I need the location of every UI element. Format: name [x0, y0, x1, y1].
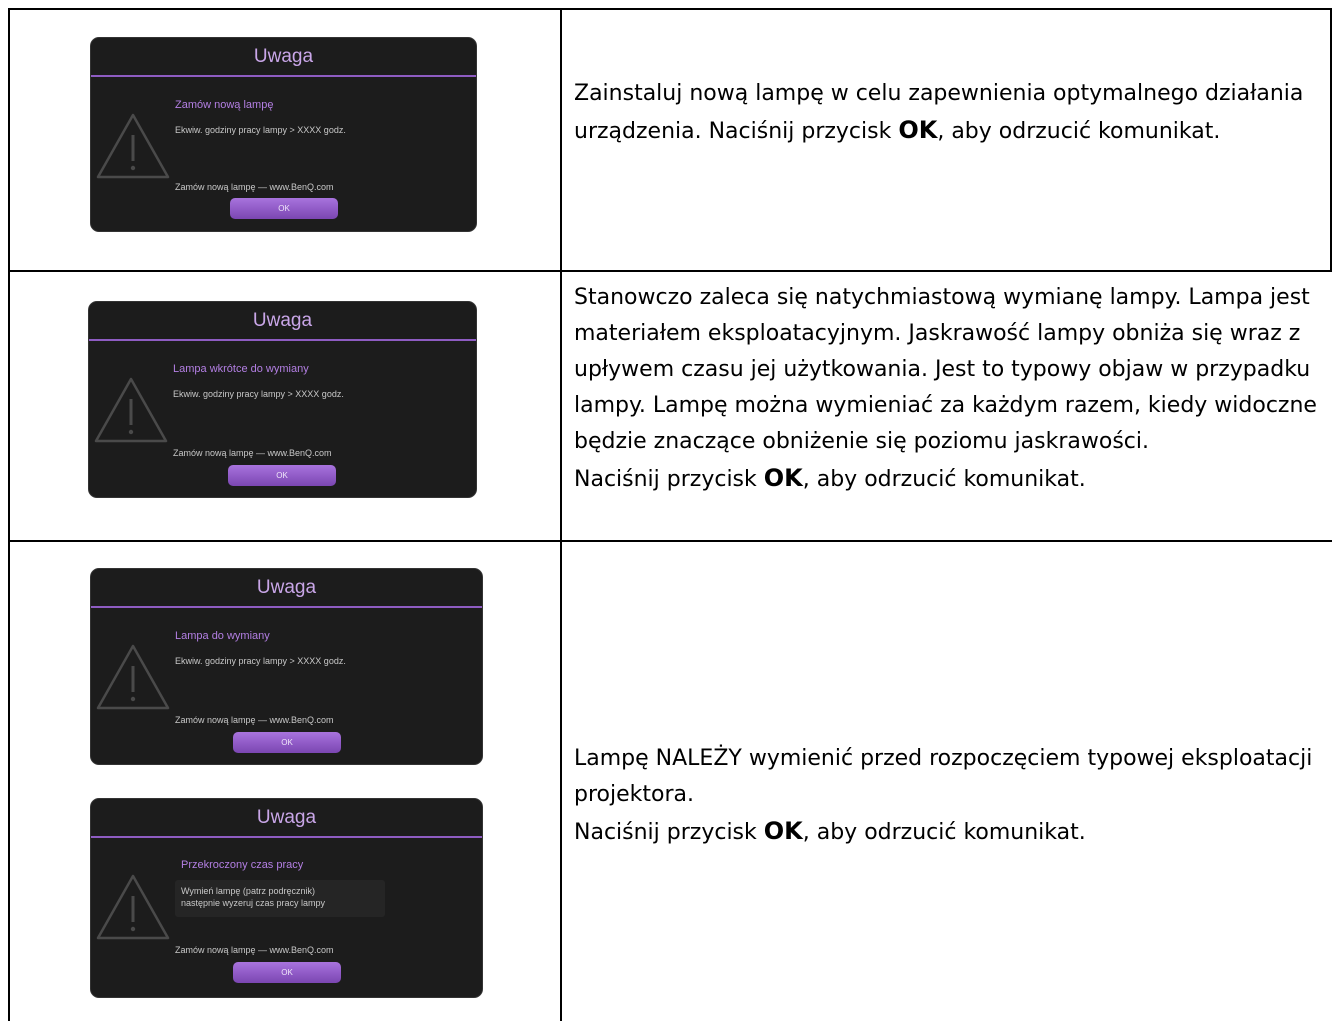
osd-dialog-replace-lamp: Uwaga Lampa do wymiany Ekwiw. godziny pr… — [90, 568, 483, 765]
dialog-divider — [89, 339, 476, 341]
dialog-title: Uwaga — [253, 46, 314, 67]
order-lamp-text: Zamów nową lampę — www.BenQ.com — [175, 945, 334, 955]
osd-dialog-lamp-soon: Uwaga Lampa wkrótce do wymiany Ekwiw. go… — [88, 301, 477, 498]
description-text-after: , aby odrzucić komunikat. — [802, 467, 1086, 492]
ok-button[interactable]: OK — [228, 465, 336, 486]
order-lamp-text: Zamów nową lampę — www.BenQ.com — [175, 182, 334, 192]
order-lamp-text: Zamów nową lampę — www.BenQ.com — [173, 448, 332, 458]
warning-triangle-icon — [96, 874, 170, 940]
dialog-divider — [91, 75, 476, 77]
dialog-heading: Lampa wkrótce do wymiany — [173, 363, 309, 375]
ok-button[interactable]: OK — [233, 962, 341, 983]
warning-triangle-icon — [94, 377, 168, 443]
table-border-top — [8, 8, 1332, 10]
description-paragraph: Stanowczo zaleca się natychmiastową wymi… — [574, 285, 1317, 454]
ok-keyword: OK — [898, 116, 938, 144]
lamp-hours-text: Ekwiw. godziny pracy lampy > XXXX godz. — [175, 656, 346, 666]
table-row-divider — [8, 540, 1332, 542]
dialog-title: Uwaga — [256, 807, 317, 828]
description-text-after: , aby odrzucić komunikat. — [937, 119, 1221, 144]
dialog-heading: Zamów nową lampę — [175, 99, 274, 111]
table-row-divider — [8, 270, 1332, 272]
warning-triangle-icon — [96, 644, 170, 710]
dialog-divider — [91, 836, 482, 838]
osd-dialog-time-exceeded: Uwaga Przekroczony czas pracy Wymień lam… — [90, 798, 483, 998]
row-3-description: Lampę NALEŻY wymienić przed rozpoczęciem… — [574, 741, 1326, 851]
row-1-description: Zainstaluj nową lampę w celu zapewnienia… — [574, 76, 1326, 150]
description-text: Naciśnij przycisk — [574, 820, 764, 845]
row-2-description: Stanowczo zaleca się natychmiastową wymi… — [574, 280, 1326, 498]
ok-button[interactable]: OK — [233, 732, 341, 753]
ok-keyword: OK — [763, 464, 803, 492]
dialog-divider — [91, 606, 482, 608]
description-text: Naciśnij przycisk — [574, 467, 764, 492]
dialog-heading: Lampa do wymiany — [175, 630, 270, 642]
instruction-line-2: następnie wyzeruj czas pracy lampy — [181, 898, 326, 908]
order-lamp-text: Zamów nową lampę — www.BenQ.com — [175, 715, 334, 725]
ok-button[interactable]: OK — [230, 198, 338, 219]
lamp-hours-text: Ekwiw. godziny pracy lampy > XXXX godz. — [175, 125, 346, 135]
ok-keyword: OK — [763, 817, 803, 845]
dialog-heading: Przekroczony czas pracy — [181, 859, 304, 871]
warning-triangle-icon — [96, 113, 170, 179]
table-border-left — [8, 8, 10, 1021]
lamp-hours-text: Ekwiw. godziny pracy lampy > XXXX godz. — [173, 389, 344, 399]
instruction-line-1: Wymień lampę (patrz podręcznik) — [181, 886, 315, 896]
dialog-title: Uwaga — [252, 310, 313, 331]
table-column-divider — [560, 8, 562, 1021]
lamp-message-table: Uwaga Zamów nową lampę Ekwiw. godziny pr… — [8, 8, 1332, 1021]
description-text-after: , aby odrzucić komunikat. — [802, 820, 1086, 845]
description-paragraph: Lampę NALEŻY wymienić przed rozpoczęciem… — [574, 746, 1313, 807]
dialog-title: Uwaga — [256, 577, 317, 598]
osd-dialog-order-lamp: Uwaga Zamów nową lampę Ekwiw. godziny pr… — [90, 37, 477, 232]
